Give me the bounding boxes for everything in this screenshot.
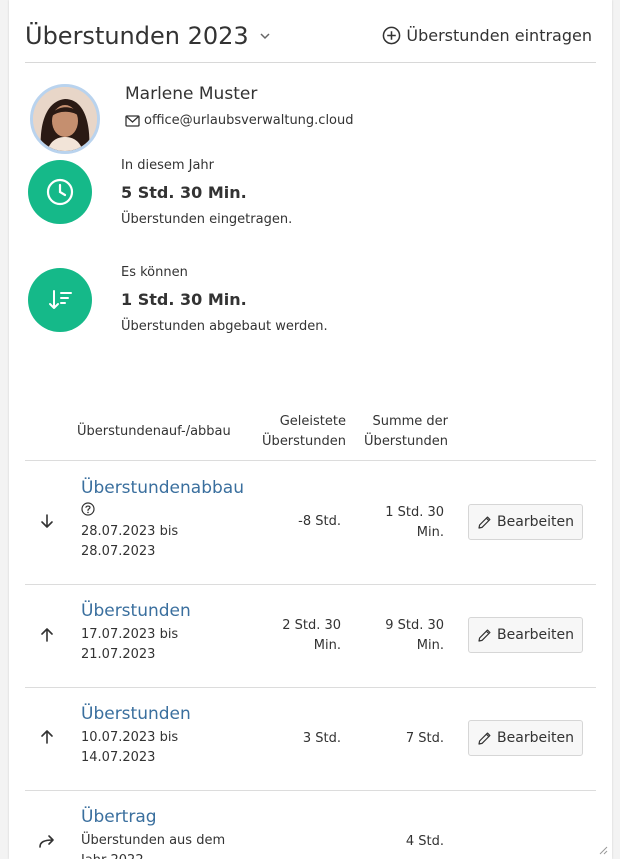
avatar bbox=[30, 84, 100, 154]
divider bbox=[25, 460, 596, 461]
page-title: Überstunden 2023 bbox=[25, 22, 249, 50]
clock-icon bbox=[46, 178, 74, 206]
reduce-stat-badge bbox=[28, 268, 92, 332]
edit-button-label: Bearbeiten bbox=[497, 514, 574, 530]
edit-button-label: Bearbeiten bbox=[497, 627, 574, 643]
person-email-text: office@urlaubsverwaltung.cloud bbox=[144, 113, 354, 128]
col-header-type: Überstundenauf-/abbau bbox=[77, 424, 231, 439]
entry-sum-line1: 1 Std. 30 bbox=[385, 505, 444, 520]
entry-done-line1: 2 Std. 30 bbox=[282, 618, 341, 633]
col-header-sum-line2: Überstunden bbox=[364, 434, 448, 449]
entry-done-value: 2 Std. 30 Min. bbox=[249, 616, 341, 656]
clock-stat-badge bbox=[28, 160, 92, 224]
entry-title-link[interactable]: Überstunden bbox=[81, 601, 191, 621]
chevron-down-icon bbox=[260, 33, 270, 40]
col-header-done-line2: Überstunden bbox=[262, 434, 346, 449]
entry-date: Überstunden aus dem Jahr 2022 bbox=[81, 831, 225, 859]
add-overtime-label: Überstunden eintragen bbox=[406, 26, 592, 45]
overtime-card: Überstunden 2023 Überstunden eintragen M… bbox=[9, 0, 612, 859]
pencil-icon bbox=[478, 629, 491, 642]
divider bbox=[25, 584, 596, 585]
pencil-icon bbox=[478, 516, 491, 529]
edit-button[interactable]: Bearbeiten bbox=[468, 617, 583, 653]
plus-circle-icon bbox=[383, 26, 401, 45]
arrow-up-icon bbox=[41, 628, 53, 642]
arrow-forward-icon bbox=[39, 835, 54, 848]
stat-reducible-sub: Überstunden abgebaut werden. bbox=[121, 319, 328, 334]
entry-sum-line1: 9 Std. 30 bbox=[385, 618, 444, 633]
stat-entered-value: 5 Std. 30 Min. bbox=[121, 183, 247, 202]
edit-button-label: Bearbeiten bbox=[497, 730, 574, 746]
stat-entered-sub: Überstunden eingetragen. bbox=[121, 212, 293, 227]
entry-sum-value: 9 Std. 30 Min. bbox=[359, 616, 444, 656]
person-email[interactable]: office@urlaubsverwaltung.cloud bbox=[125, 113, 354, 128]
entry-title-link[interactable]: Überstunden bbox=[81, 704, 191, 724]
year-selector[interactable]: Überstunden 2023 bbox=[25, 22, 271, 50]
stat-reducible-lead: Es können bbox=[121, 265, 188, 280]
divider bbox=[25, 687, 596, 688]
entry-date: 28.07.2023 bis 28.07.2023 bbox=[81, 522, 178, 562]
entry-date-line1: 28.07.2023 bis bbox=[81, 524, 179, 539]
mail-icon bbox=[125, 114, 140, 127]
add-overtime-button[interactable]: Überstunden eintragen bbox=[382, 26, 592, 45]
col-header-done-line1: Geleistete bbox=[279, 414, 346, 429]
question-circle-icon[interactable] bbox=[81, 502, 95, 516]
entry-date: 17.07.2023 bis 21.07.2023 bbox=[81, 625, 178, 665]
resize-handle-icon[interactable] bbox=[596, 843, 608, 855]
col-header-sum-line1: Summe der bbox=[372, 414, 448, 429]
stat-reducible-value: 1 Std. 30 Min. bbox=[121, 290, 247, 309]
entry-done-line2: Min. bbox=[313, 638, 341, 653]
col-header-done: Geleistete Überstunden bbox=[239, 412, 346, 452]
avatar-image bbox=[33, 87, 97, 151]
col-header-sum: Summe der Überstunden bbox=[349, 412, 448, 452]
sort-descending-icon bbox=[49, 290, 72, 309]
arrow-down-icon bbox=[41, 514, 53, 528]
entry-date-line1: 17.07.2023 bis bbox=[81, 627, 179, 642]
entry-done-value: -8 Std. bbox=[298, 514, 341, 529]
entry-date-line1: Überstunden aus dem bbox=[81, 833, 226, 848]
entry-date-line1: 10.07.2023 bis bbox=[81, 730, 179, 745]
entry-sum-line2: Min. bbox=[416, 638, 444, 653]
entry-date-line2: 21.07.2023 bbox=[81, 647, 156, 662]
entry-date-line2: 28.07.2023 bbox=[81, 544, 156, 559]
entry-sum-value: 1 Std. 30 Min. bbox=[359, 503, 444, 543]
entry-sum-line2: Min. bbox=[416, 525, 444, 540]
stat-entered-lead: In diesem Jahr bbox=[121, 158, 215, 173]
entry-date-line2: 14.07.2023 bbox=[81, 750, 156, 765]
entry-title-link[interactable]: Überstundenabbau bbox=[81, 478, 244, 498]
stat-reducible: Es können 1 Std. 30 Min. Überstunden abg… bbox=[121, 265, 328, 334]
section-header: Überstunden 2023 Überstunden eintragen bbox=[25, 0, 596, 63]
divider bbox=[25, 790, 596, 791]
stat-entered: In diesem Jahr 5 Std. 30 Min. Überstunde… bbox=[121, 158, 292, 227]
entry-sum-value: 7 Std. bbox=[405, 731, 444, 746]
arrow-up-icon bbox=[41, 730, 53, 744]
entry-date-line2: Jahr 2022 bbox=[81, 851, 225, 859]
entry-date: 10.07.2023 bis 14.07.2023 bbox=[81, 728, 178, 768]
pencil-icon bbox=[478, 732, 491, 745]
edit-button[interactable]: Bearbeiten bbox=[468, 504, 583, 540]
entry-title-link[interactable]: Übertrag bbox=[81, 807, 157, 827]
person-name: Marlene Muster bbox=[125, 84, 258, 104]
entry-sum-value: 4 Std. bbox=[405, 834, 444, 849]
edit-button[interactable]: Bearbeiten bbox=[468, 720, 583, 756]
entry-done-value: 3 Std. bbox=[302, 731, 341, 746]
